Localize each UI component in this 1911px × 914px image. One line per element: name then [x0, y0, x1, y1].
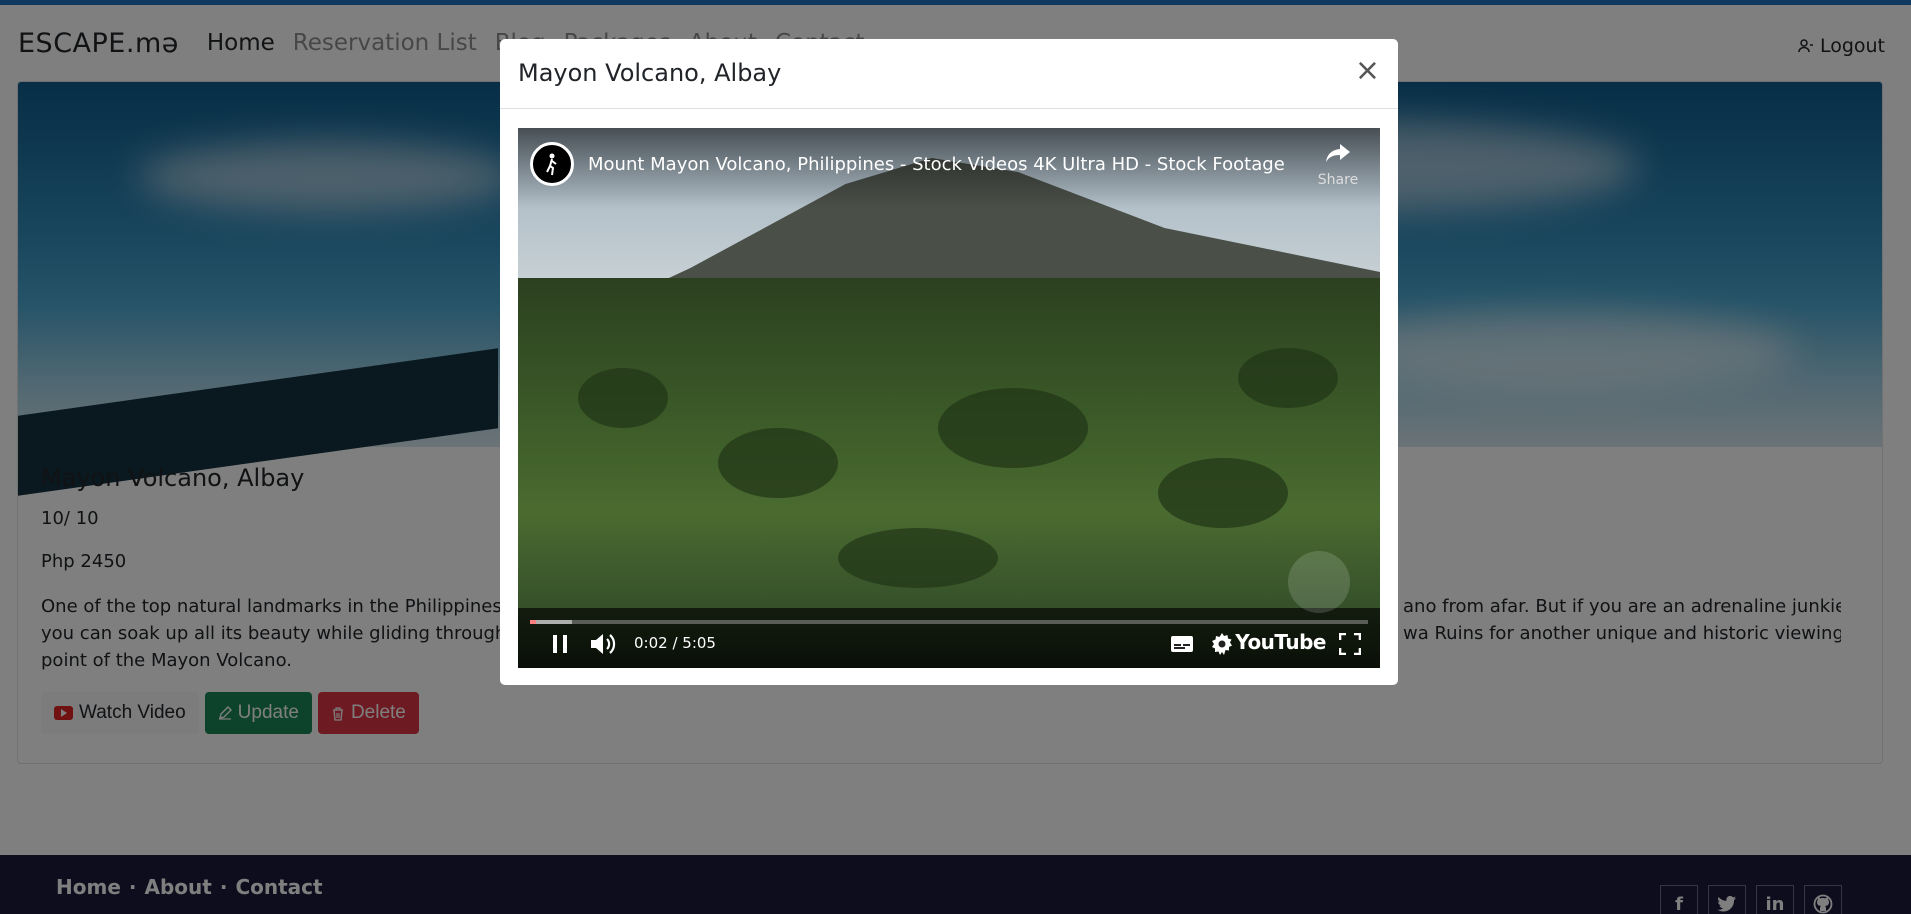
hiker-icon	[546, 153, 557, 176]
pause-icon	[553, 635, 567, 653]
close-icon[interactable]: ×	[1355, 53, 1380, 88]
fullscreen-button[interactable]	[1336, 630, 1364, 658]
share-label: Share	[1317, 172, 1359, 188]
video-title[interactable]: Mount Mayon Volcano, Philippines - Stock…	[588, 154, 1285, 175]
fullscreen-icon	[1339, 633, 1361, 655]
settings-button[interactable]	[1208, 630, 1236, 658]
share-icon	[1326, 144, 1350, 162]
video-progress-bar[interactable]	[530, 620, 1368, 624]
subtitles-button[interactable]	[1168, 630, 1196, 658]
video-time: 0:02 / 5:05	[634, 634, 716, 652]
channel-watermark[interactable]	[1288, 551, 1350, 613]
modal-title: Mayon Volcano, Albay	[518, 59, 782, 87]
video-modal: Mayon Volcano, Albay × Mount Mayon Volca…	[500, 39, 1398, 685]
gear-icon	[1212, 633, 1232, 655]
share-button[interactable]: Share	[1316, 142, 1360, 188]
youtube-logo[interactable]: YouTube	[1235, 630, 1326, 654]
youtube-player[interactable]: Mount Mayon Volcano, Philippines - Stock…	[518, 128, 1380, 668]
channel-avatar[interactable]	[530, 142, 574, 186]
modal-header: Mayon Volcano, Albay ×	[500, 39, 1398, 109]
volume-icon	[591, 634, 616, 654]
volume-button[interactable]	[588, 630, 618, 658]
subtitles-icon	[1171, 636, 1193, 652]
pause-button[interactable]	[546, 630, 574, 658]
